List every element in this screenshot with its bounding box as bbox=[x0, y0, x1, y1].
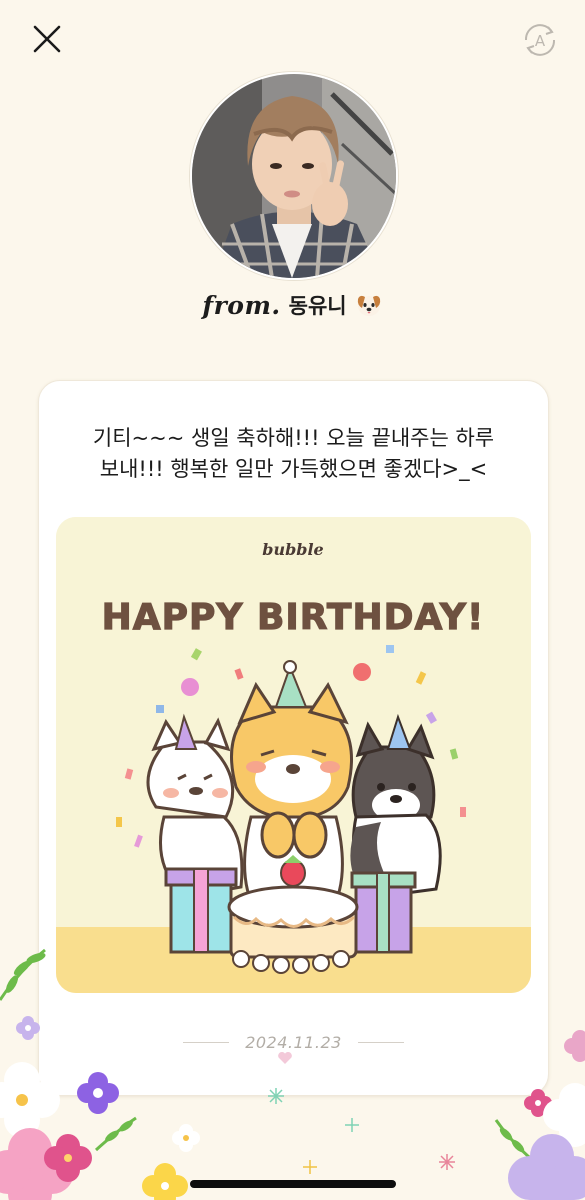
letter-date: 2024.11.23 bbox=[245, 1032, 342, 1052]
bubble-logo: bubble bbox=[262, 540, 323, 559]
dog-face-emoji-icon bbox=[357, 295, 380, 316]
birthday-image[interactable]: bubble HAPPY BIRTHDAY! bbox=[56, 517, 531, 993]
heart-icon bbox=[278, 1051, 292, 1064]
letter-card: 기티~~~ 생일 축하해!!! 오늘 끝내주는 하루 보내!!! 행복한 일만 … bbox=[38, 380, 549, 1096]
letter-message: 기티~~~ 생일 축하해!!! 오늘 끝내주는 하루 보내!!! 행복한 일만 … bbox=[92, 426, 495, 481]
from-label: from. bbox=[202, 290, 281, 320]
auto-translate-icon: A bbox=[524, 24, 556, 56]
close-icon bbox=[33, 25, 61, 53]
date-divider-right bbox=[357, 1041, 404, 1043]
sender-name: 동유니 bbox=[288, 294, 347, 318]
happy-birthday-headline: HAPPY BIRTHDAY! bbox=[102, 597, 485, 638]
sender-avatar[interactable] bbox=[190, 72, 398, 280]
auto-translate-button[interactable]: A bbox=[518, 18, 562, 62]
date-divider-left bbox=[183, 1041, 230, 1043]
birthday-illustration: bubble HAPPY BIRTHDAY! bbox=[56, 517, 531, 993]
sender-line: from. 동유니 bbox=[0, 282, 585, 328]
letter-date-row: 2024.11.23 bbox=[39, 1027, 548, 1057]
black-dog bbox=[350, 713, 442, 899]
home-indicator[interactable] bbox=[190, 1180, 396, 1188]
svg-text:A: A bbox=[535, 32, 546, 50]
close-button[interactable] bbox=[22, 18, 70, 66]
avatar-photo bbox=[192, 74, 396, 278]
